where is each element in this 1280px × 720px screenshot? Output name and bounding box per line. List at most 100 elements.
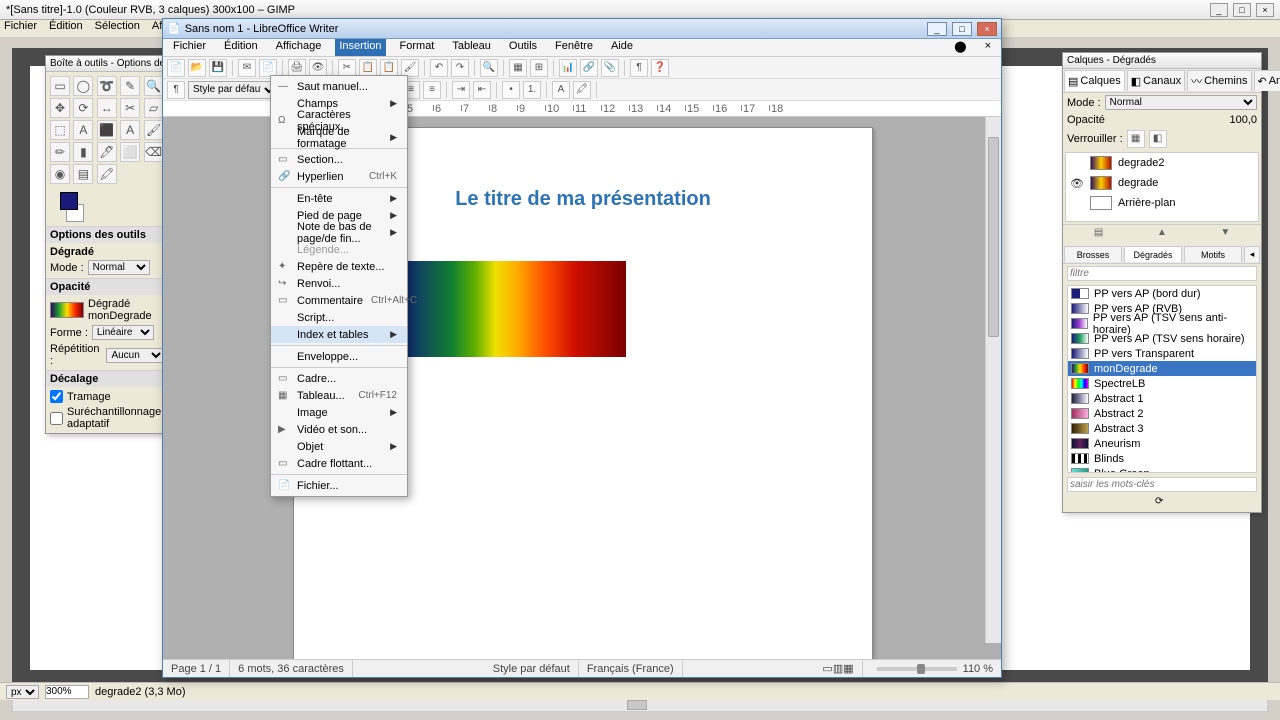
page-indicator[interactable]: Page 1 / 1 (163, 660, 230, 677)
menu-item[interactable]: Objet▶ (271, 438, 407, 455)
menu-item[interactable]: ▭Cadre flottant... (271, 455, 407, 472)
lo-menu-édition[interactable]: Édition (220, 39, 262, 56)
gimp-menu-fichier[interactable]: Fichier (4, 20, 37, 37)
language-indicator[interactable]: Français (France) (579, 660, 683, 677)
toolbar-btn[interactable]: 🖨 (288, 59, 306, 77)
tool-14[interactable]: 🖌 (144, 120, 164, 140)
tool-10[interactable]: ⬚ (50, 120, 70, 140)
toolbar-btn[interactable]: 💾 (209, 59, 227, 77)
toolbar-btn[interactable]: 🔗 (580, 59, 598, 77)
new-layer-icon[interactable]: ▤ (1092, 227, 1106, 241)
lo-help-icon[interactable]: ⬤ (950, 39, 970, 56)
tool-19[interactable]: ⌫ (144, 142, 164, 162)
maximize-button[interactable]: □ (1233, 3, 1251, 17)
lock-alpha-icon[interactable]: ◧ (1149, 130, 1167, 148)
zoom-control[interactable]: 110 % (863, 660, 1001, 677)
tab-calques[interactable]: ▤Calques (1064, 70, 1125, 91)
toolbar-btn[interactable]: 📄 (167, 59, 185, 77)
fmt-btn[interactable]: ⇤ (473, 81, 491, 99)
toolbar-btn[interactable]: 📂 (188, 59, 206, 77)
lower-layer-icon[interactable]: ▼ (1218, 227, 1232, 241)
menu-item[interactable]: Note de bas de page/de fin...▶ (271, 224, 407, 241)
styles-icon[interactable]: ¶ (167, 81, 185, 99)
tool-6[interactable]: ⟳ (73, 98, 93, 118)
lo-menu-format[interactable]: Format (396, 39, 439, 56)
lo-close-button[interactable]: × (977, 22, 997, 36)
gradient-item[interactable]: Abstract 1 (1068, 391, 1256, 406)
paragraph-style-select[interactable]: Style par défaut (188, 81, 278, 99)
gradient-item[interactable]: PP vers Transparent (1068, 346, 1256, 361)
lo-maximize-button[interactable]: □ (952, 22, 972, 36)
toolbar-btn[interactable]: 📄 (259, 59, 277, 77)
lo-vertical-scrollbar[interactable] (985, 117, 1001, 643)
tool-9[interactable]: ▱ (144, 98, 164, 118)
fmt-btn[interactable]: A (552, 81, 570, 99)
toolbar-btn[interactable]: ↶ (430, 59, 448, 77)
menu-item[interactable]: ↪Renvoi... (271, 275, 407, 292)
tool-16[interactable]: ▮ (73, 142, 93, 162)
gradient-item[interactable]: monDegrade (1068, 361, 1256, 376)
gradient-item[interactable]: Abstract 3 (1068, 421, 1256, 436)
tool-2[interactable]: ➰ (97, 76, 117, 96)
tab-brosses[interactable]: Brosses (1064, 246, 1122, 262)
menu-item[interactable]: Script... (271, 309, 407, 326)
layer-mode-select[interactable]: Normal (1105, 95, 1257, 110)
toolbar-btn[interactable]: ▦ (509, 59, 527, 77)
toolbar-btn[interactable]: ❓ (651, 59, 669, 77)
tab-motifs[interactable]: Motifs (1184, 246, 1242, 262)
tab-dégradés[interactable]: Dégradés (1124, 246, 1182, 262)
tool-1[interactable]: ◯ (73, 76, 93, 96)
lo-close-doc-icon[interactable]: × (981, 39, 995, 56)
mode-select[interactable]: Normal (88, 260, 150, 275)
tool-5[interactable]: ✥ (50, 98, 70, 118)
tool-12[interactable]: ⬛ (97, 120, 117, 140)
lo-menu-aide[interactable]: Aide (607, 39, 637, 56)
menu-item[interactable]: ▭Cadre... (271, 370, 407, 387)
menu-item[interactable]: ▶Vidéo et son... (271, 421, 407, 438)
tab-chemins[interactable]: 〰Chemins (1187, 70, 1251, 91)
menu-item[interactable]: Légende... (271, 241, 407, 258)
lo-menu-fichier[interactable]: Fichier (169, 39, 210, 56)
page-style[interactable]: Style par défaut (485, 660, 579, 677)
word-count[interactable]: 6 mots, 36 caractères (230, 660, 353, 677)
raise-layer-icon[interactable]: ▲ (1155, 227, 1169, 241)
tool-18[interactable]: ⬜ (120, 142, 140, 162)
gradient-item[interactable]: PP vers AP (TSV sens horaire) (1068, 331, 1256, 346)
tool-22[interactable]: 🖍 (97, 164, 117, 184)
refresh-gradients-icon[interactable]: ⟳ (1155, 496, 1169, 510)
zoom-input[interactable] (45, 685, 89, 699)
fg-bg-swatches[interactable] (50, 192, 90, 222)
toolbar-btn[interactable]: 🖌 (401, 59, 419, 77)
menu-item[interactable]: En-tête▶ (271, 190, 407, 207)
fmt-btn[interactable]: 🖍 (573, 81, 591, 99)
tool-7[interactable]: ↔ (97, 98, 117, 118)
gradient-item[interactable]: Blue Green (1068, 466, 1256, 473)
gradient-preview[interactable] (50, 302, 84, 318)
lock-pixels-icon[interactable]: ▦ (1127, 130, 1145, 148)
gradient-filter[interactable] (1067, 266, 1257, 281)
menu-item[interactable]: ✦Repère de texte... (271, 258, 407, 275)
tool-0[interactable]: ▭ (50, 76, 70, 96)
menu-item[interactable]: Index et tables▶ (271, 326, 407, 343)
gradient-item[interactable]: Abstract 2 (1068, 406, 1256, 421)
menu-item[interactable]: —Saut manuel... (271, 78, 407, 95)
tool-8[interactable]: ✂ (120, 98, 140, 118)
gimp-menu-édition[interactable]: Édition (49, 20, 83, 37)
menu-item[interactable]: 📄Fichier... (271, 477, 407, 494)
toolbar-btn[interactable]: 📋 (380, 59, 398, 77)
fmt-btn[interactable]: 1. (523, 81, 541, 99)
toolbar-btn[interactable]: ¶ (630, 59, 648, 77)
lo-menu-affichage[interactable]: Affichage (272, 39, 326, 56)
lo-menu-outils[interactable]: Outils (505, 39, 541, 56)
lo-menu-fenêtre[interactable]: Fenêtre (551, 39, 597, 56)
menu-item[interactable]: Marque de formatage▶ (271, 129, 407, 146)
visibility-icon[interactable]: 👁 (1070, 177, 1084, 190)
toolbar-btn[interactable]: 📎 (601, 59, 619, 77)
toolbar-btn[interactable]: 📊 (559, 59, 577, 77)
layer-row[interactable]: 👁degrade (1066, 173, 1258, 193)
toolbar-btn[interactable]: ✂ (338, 59, 356, 77)
foreground-color[interactable] (60, 192, 78, 210)
lo-minimize-button[interactable]: _ (927, 22, 947, 36)
gradient-item[interactable]: PP vers AP (TSV sens anti-horaire) (1068, 316, 1256, 331)
tab-canaux[interactable]: ◧Canaux (1127, 70, 1185, 91)
